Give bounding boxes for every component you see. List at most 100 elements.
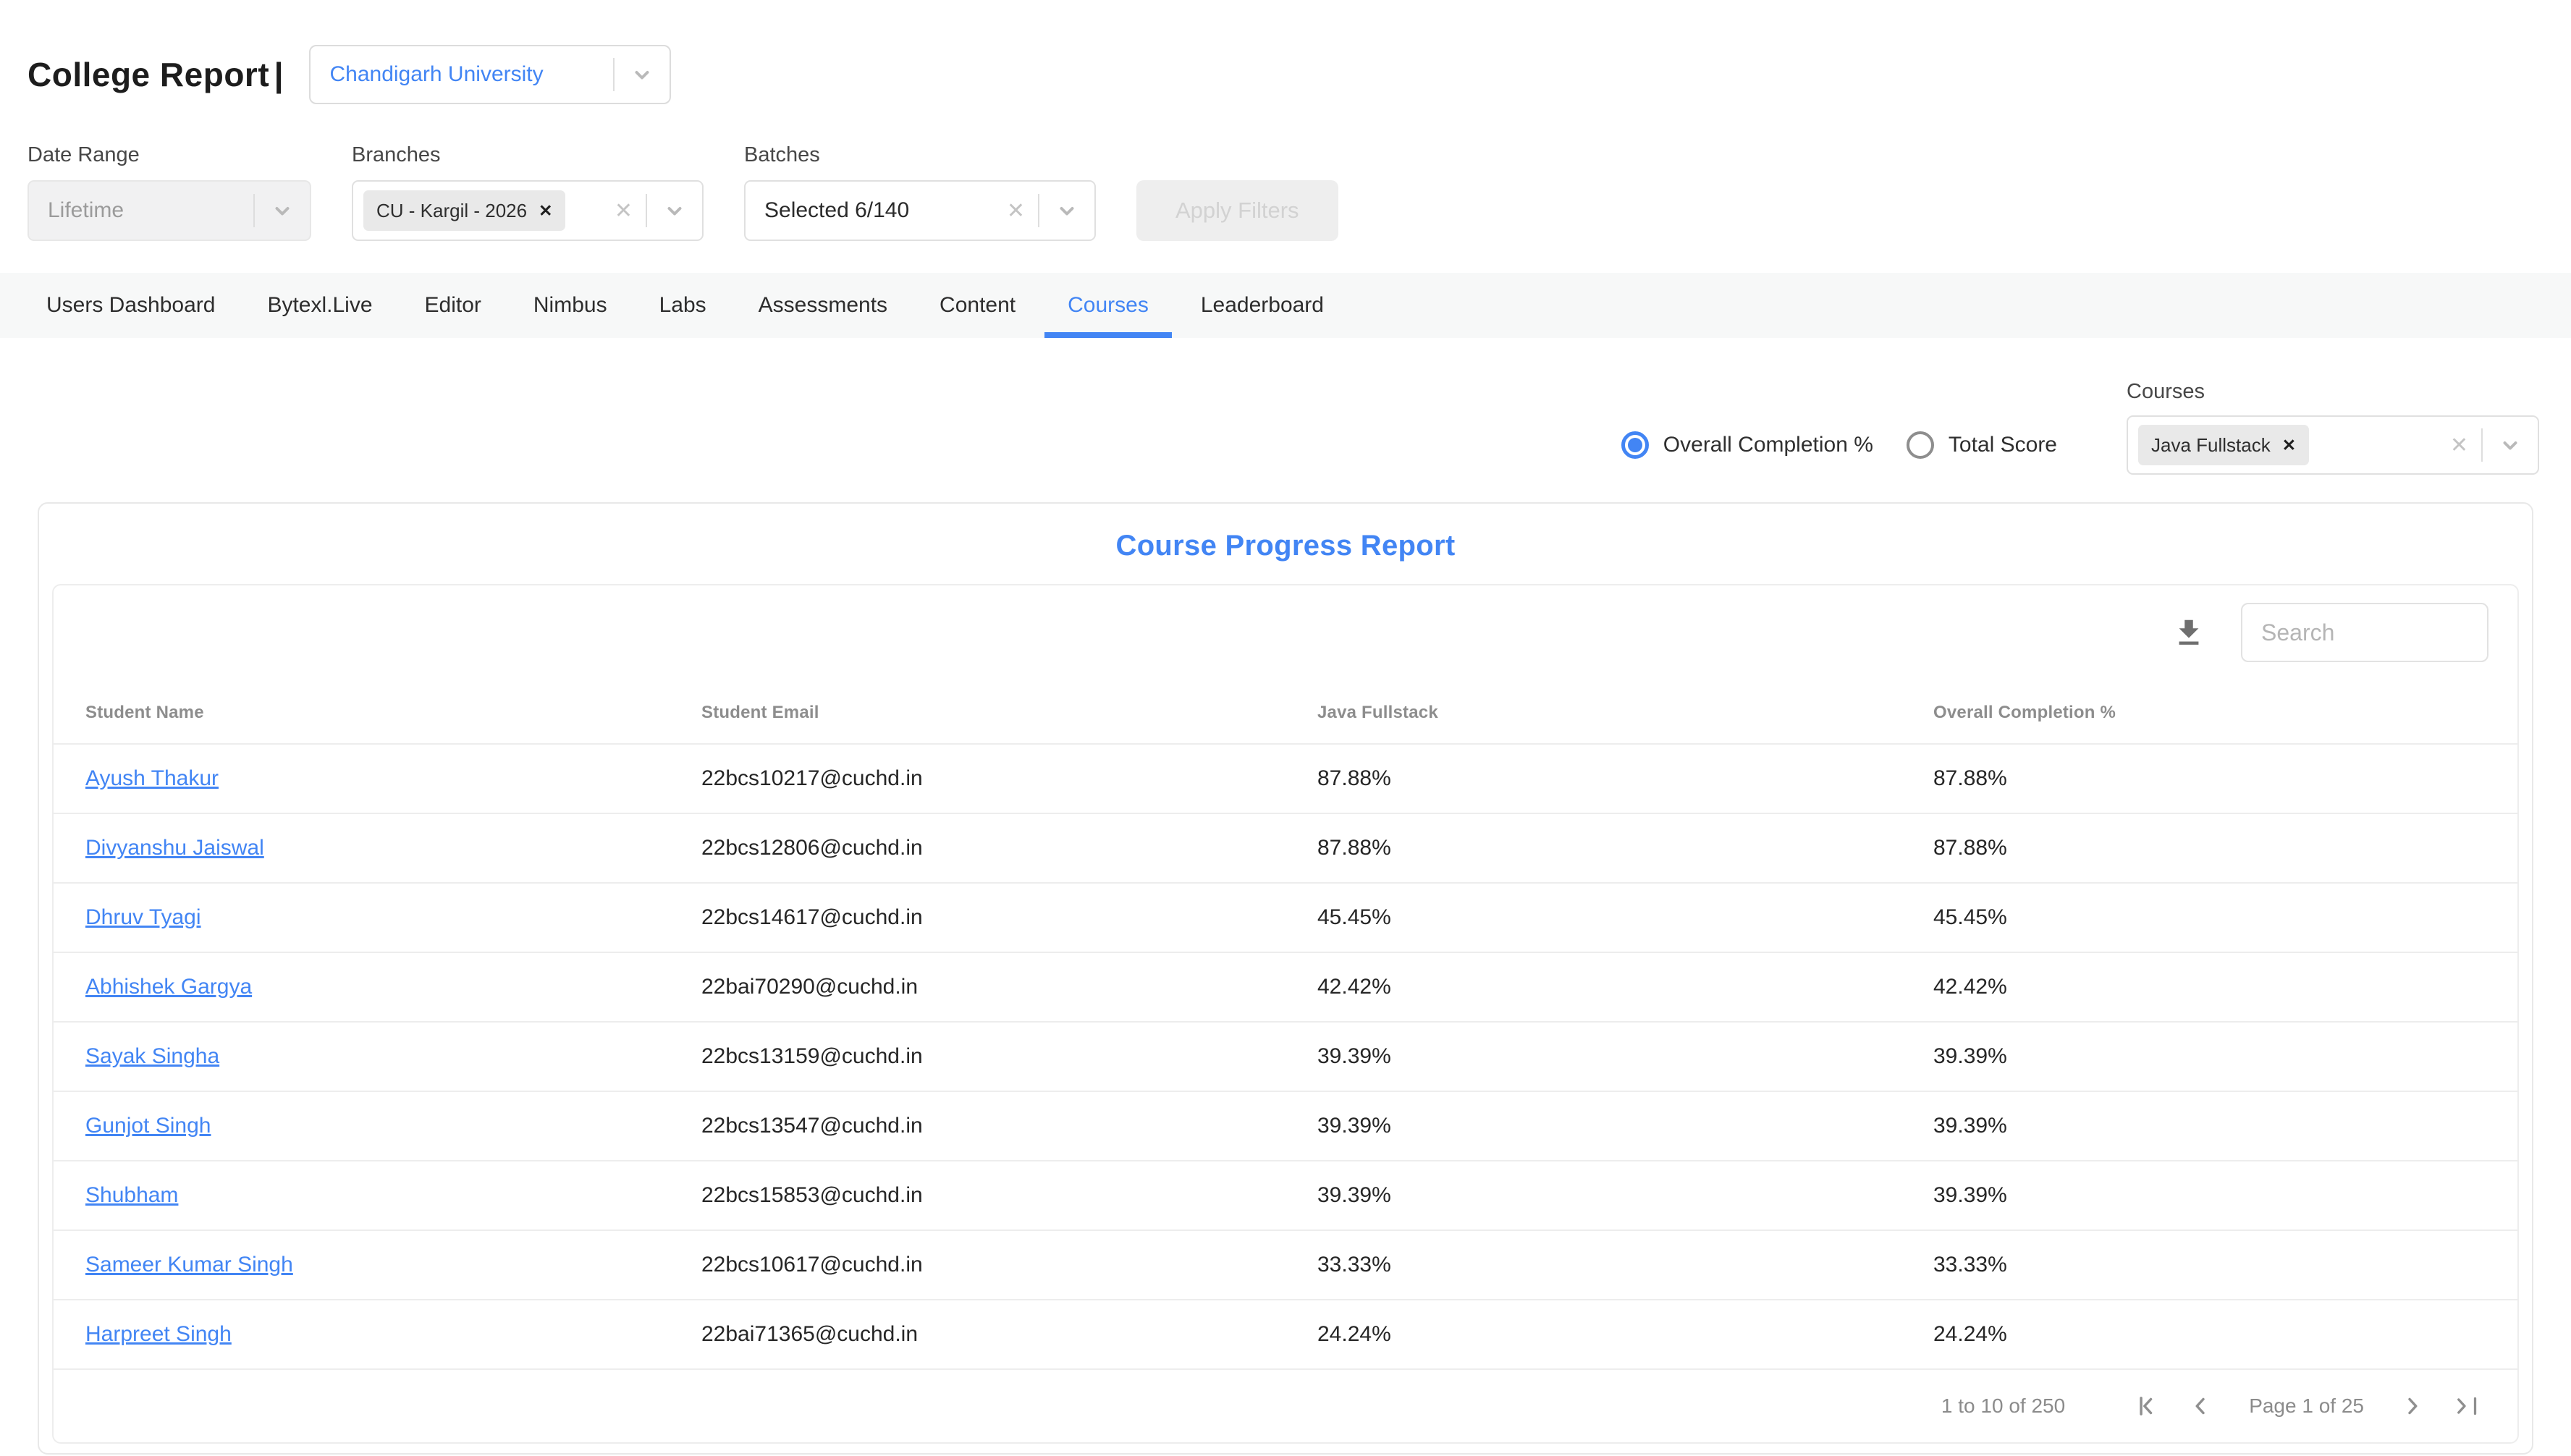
date-range-value: Lifetime [29, 198, 240, 223]
cell-email: 22bcs15853@cuchd.in [701, 1183, 923, 1207]
tab-assessments[interactable]: Assessments [733, 273, 913, 338]
table-row: Dhruv Tyagi22bcs14617@cuchd.in45.45%45.4… [54, 882, 2517, 952]
branch-chip-remove-icon[interactable]: ✕ [539, 201, 552, 221]
last-page-icon[interactable] [2449, 1389, 2483, 1423]
tab-label: Leaderboard [1201, 293, 1324, 318]
table-cell: 22bai71365@cuchd.in [670, 1322, 1286, 1347]
table-cell: 45.45% [1901, 905, 2517, 930]
table-cell: 39.39% [1901, 1183, 2517, 1208]
table-row: Sayak Singha22bcs13159@cuchd.in39.39%39.… [54, 1021, 2517, 1091]
student-name-link[interactable]: Shubham [85, 1183, 178, 1207]
column-header-java-fullstack: Java Fullstack [1286, 703, 1901, 723]
student-name-link[interactable]: Divyanshu Jaiswal [85, 836, 264, 860]
table-cell: 22bcs14617@cuchd.in [670, 905, 1286, 930]
university-select-value: Chandigarh University [311, 62, 600, 87]
title-separator: | [274, 56, 284, 93]
student-name-link[interactable]: Sayak Singha [85, 1044, 219, 1068]
cell-java-fullstack: 87.88% [1317, 836, 1391, 860]
tab-labs[interactable]: Labs [633, 273, 733, 338]
table-cell: Dhruv Tyagi [54, 905, 670, 930]
course-chip-remove-icon[interactable]: ✕ [2282, 436, 2296, 455]
table-row: Harpreet Singh22bai71365@cuchd.in24.24%2… [54, 1299, 2517, 1368]
batches-select[interactable]: Selected 6/140 ✕ [744, 180, 1096, 241]
courses-clear-icon[interactable]: ✕ [2436, 433, 2468, 458]
tab-label: Assessments [759, 293, 887, 318]
student-name-link[interactable]: Sameer Kumar Singh [85, 1253, 293, 1277]
branches-filter: Branches CU - Kargil - 2026 ✕ ✕ [352, 143, 704, 241]
table-row: Abhishek Gargya22bai70290@cuchd.in42.42%… [54, 952, 2517, 1021]
table-cell: 87.88% [1901, 836, 2517, 860]
table-cell: 22bcs12806@cuchd.in [670, 836, 1286, 860]
chevron-down-icon[interactable] [2483, 432, 2538, 458]
branches-clear-icon[interactable]: ✕ [600, 198, 633, 224]
table-body: Ayush Thakur22bcs10217@cuchd.in87.88%87.… [54, 743, 2517, 1368]
chevron-down-icon[interactable] [1039, 198, 1094, 224]
tab-label: Content [940, 293, 1016, 318]
table-cell: 39.39% [1901, 1044, 2517, 1069]
tab-editor[interactable]: Editor [399, 273, 507, 338]
branches-select[interactable]: CU - Kargil - 2026 ✕ ✕ [352, 180, 704, 241]
batches-filter: Batches Selected 6/140 ✕ [744, 143, 1096, 241]
cell-email: 22bai70290@cuchd.in [701, 975, 918, 999]
table-row: Divyanshu Jaiswal 22bcs12806@cuchd.in 87.8… [54, 813, 2517, 882]
student-name-link[interactable]: Abhishek Gargya [85, 975, 252, 999]
cell-java-fullstack: 39.39% [1317, 1183, 1391, 1207]
batches-value: Selected 6/140 [746, 198, 992, 223]
table-cell: 24.24% [1901, 1322, 2517, 1347]
courses-label: Courses [2127, 380, 2539, 404]
tab-courses[interactable]: Courses [1042, 273, 1175, 338]
course-chip: Java Fullstack ✕ [2138, 425, 2309, 465]
table-cell: 33.33% [1901, 1253, 2517, 1277]
tab-leaderboard[interactable]: Leaderboard [1175, 273, 1350, 338]
radio-label: Overall Completion % [1663, 433, 1873, 457]
cell-java-fullstack: 87.88% [1317, 766, 1391, 790]
cell-overall-completion: 33.33% [1933, 1253, 2007, 1277]
university-select[interactable]: Chandigarh University [309, 45, 671, 104]
date-range-label: Date Range [28, 143, 311, 167]
tab-bar: Users DashboardBytexl.LiveEditor Nimbus La… [0, 273, 2571, 338]
batches-clear-icon[interactable]: ✕ [992, 198, 1025, 224]
previous-page-icon[interactable] [2184, 1389, 2217, 1423]
metric-radio-group: Overall Completion % Total Score [1621, 431, 2057, 459]
date-range-filter: Date Range Lifetime [28, 143, 311, 241]
view-controls: Overall Completion % Total Score Courses… [0, 380, 2571, 475]
search-input[interactable] [2241, 603, 2488, 662]
radio-total-score[interactable]: Total Score [1907, 431, 2057, 459]
student-name-link[interactable]: Harpreet Singh [85, 1322, 232, 1346]
table-cell: 22bcs10617@cuchd.in [670, 1253, 1286, 1277]
branch-chip-label: CU - Kargil - 2026 [376, 200, 527, 222]
apply-filters-button[interactable]: Apply Filters [1136, 180, 1338, 241]
radio-overall-completion[interactable]: Overall Completion % [1621, 431, 1873, 459]
cell-overall-completion: 24.24% [1933, 1322, 2007, 1346]
table-cell: 39.39% [1286, 1044, 1901, 1069]
student-name-link[interactable]: Dhruv Tyagi [85, 905, 201, 929]
next-page-icon[interactable] [2396, 1389, 2429, 1423]
student-name-link[interactable]: Gunjot Singh [85, 1114, 211, 1138]
tab-users-dashboard[interactable]: Users Dashboard [20, 273, 241, 338]
tab-nimbus[interactable]: Nimbus [507, 273, 633, 338]
table-cell: Abhishek Gargya [54, 975, 670, 999]
chevron-down-icon[interactable] [615, 62, 670, 88]
cell-java-fullstack: 39.39% [1317, 1044, 1391, 1068]
filters-row: Date Range Lifetime Branches CU - Kargil… [0, 143, 2571, 241]
table-cell: 39.39% [1901, 1114, 2517, 1138]
cell-overall-completion: 87.88% [1933, 766, 2007, 790]
download-icon[interactable] [2170, 614, 2208, 651]
tab-bytexl-live[interactable]: Bytexl.Live [241, 273, 398, 338]
courses-select[interactable]: Java Fullstack ✕ ✕ [2127, 415, 2539, 475]
date-range-select[interactable]: Lifetime [28, 180, 311, 241]
tab-label: Nimbus [533, 293, 607, 318]
chevron-down-icon[interactable] [647, 198, 702, 224]
page-title: College Report [28, 56, 269, 93]
table-header-row: Student Name Student Email Java Fullstac… [54, 703, 2517, 743]
student-name-link[interactable]: Ayush Thakur [85, 766, 219, 790]
chevron-down-icon[interactable] [255, 198, 310, 224]
table-cell: 87.88% [1286, 766, 1901, 791]
first-page-icon[interactable] [2130, 1389, 2163, 1423]
column-header-student-email: Student Email [670, 703, 1286, 723]
tab-content[interactable]: Content [913, 273, 1042, 338]
report-card: Course Progress Report Student Name Stud… [38, 502, 2533, 1455]
cell-email: 22bcs12806@cuchd.in [701, 836, 923, 860]
branches-label: Branches [352, 143, 704, 167]
radio-icon [1621, 431, 1649, 459]
